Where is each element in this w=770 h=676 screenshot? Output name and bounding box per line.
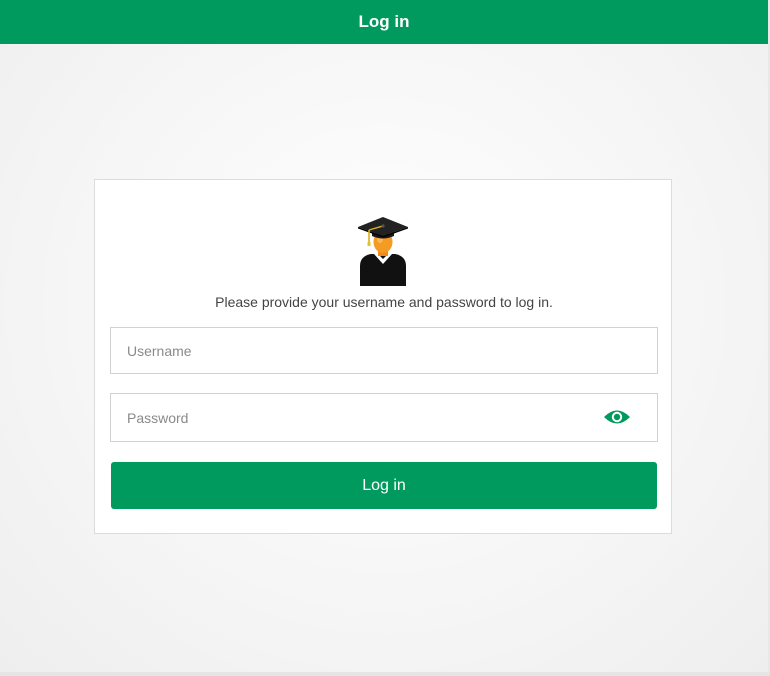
graduate-avatar-icon: [358, 217, 408, 286]
password-field[interactable]: [110, 393, 658, 442]
login-button[interactable]: Log in: [111, 462, 657, 509]
username-field[interactable]: [110, 327, 658, 374]
header-title: Log in: [358, 12, 410, 31]
eye-icon[interactable]: [603, 407, 631, 427]
password-input[interactable]: [111, 394, 587, 441]
login-prompt: Please provide your username and passwor…: [215, 294, 553, 310]
window-bottom-edge: [0, 672, 770, 676]
login-card: Please provide your username and passwor…: [94, 179, 672, 534]
header-bar: Log in: [0, 0, 768, 44]
username-input[interactable]: [111, 328, 587, 373]
